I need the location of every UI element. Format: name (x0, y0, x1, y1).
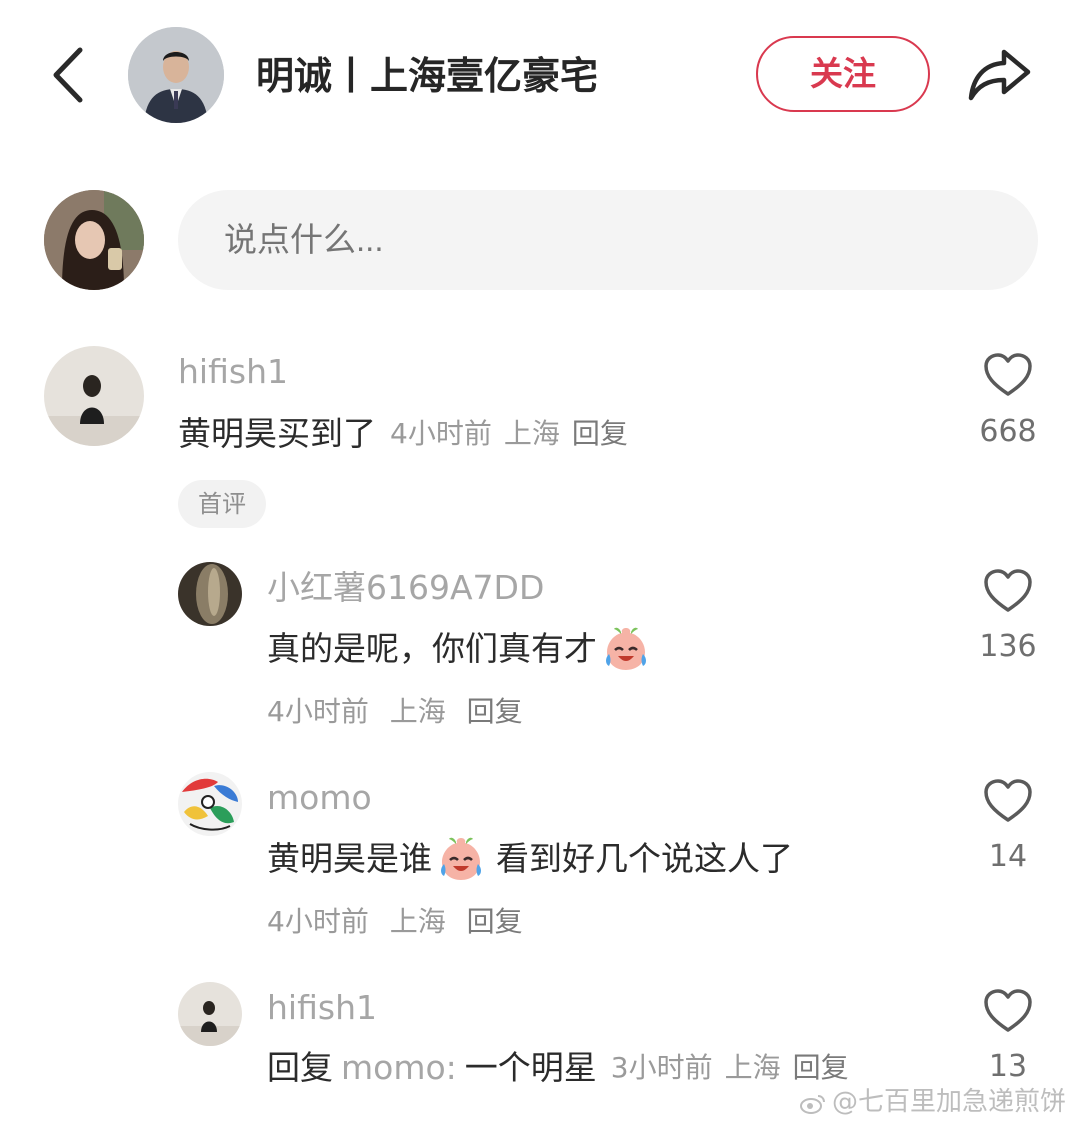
watermark: @七百里加急递煎饼 (800, 1084, 1066, 1120)
reply-prefix: 回复 (267, 1048, 333, 1087)
reply-username[interactable]: momo (267, 776, 372, 820)
like-button[interactable] (983, 778, 1033, 824)
reply-meta: 4小时前 上海 回复 (267, 900, 523, 944)
reply-body: 真的是呢，你们真有才 (267, 629, 597, 668)
crying-laughing-emoji-icon (441, 837, 481, 880)
comment-input[interactable] (178, 190, 1038, 290)
like-count: 136 (979, 629, 1037, 664)
like-count: 13 (988, 1049, 1028, 1084)
share-icon (968, 49, 1031, 101)
reply-button[interactable]: 回复 (467, 905, 523, 938)
reply-username[interactable]: 小红薯6169A7DD (267, 566, 544, 610)
reply-meta: 4小时前 上海 回复 (267, 690, 523, 734)
heart-icon (984, 989, 1032, 1032)
like-count: 14 (988, 839, 1028, 874)
reply-body-after: 看到好几个说这人了 (496, 839, 793, 878)
weibo-logo-icon (800, 1094, 825, 1114)
watermark-text: @七百里加急递煎饼 (832, 1087, 1067, 1117)
like-count: 668 (979, 414, 1037, 449)
reply-text: 真的是呢，你们真有才 (267, 624, 655, 674)
share-button[interactable] (966, 46, 1032, 102)
comment-username[interactable]: hifish1 (178, 350, 288, 394)
reply-avatar[interactable] (178, 562, 242, 626)
heart-icon (984, 779, 1032, 822)
reply-time: 3小时前 (610, 1051, 713, 1084)
comment-body: 黄明昊买到了 (178, 414, 376, 453)
reply-text: 回复 momo: 一个明星 3小时前 上海 回复 (267, 1044, 849, 1092)
chevron-left-icon (53, 47, 83, 103)
reply-button[interactable]: 回复 (572, 410, 628, 458)
reply-location: 上海 (389, 695, 446, 728)
like-button[interactable] (983, 352, 1033, 398)
reply-text: 黄明昊是谁 看到好几个说这人了 (267, 834, 793, 884)
like-button[interactable] (983, 988, 1033, 1034)
heart-icon (984, 569, 1032, 612)
comment-text: 黄明昊买到了 4小时前 上海 回复 (178, 410, 628, 458)
reply-username[interactable]: hifish1 (267, 986, 377, 1030)
reply-time: 4小时前 (267, 695, 369, 728)
reply-location: 上海 (724, 1051, 781, 1084)
crying-laughing-emoji-icon (606, 627, 646, 670)
back-button[interactable] (46, 42, 94, 108)
reply-avatar[interactable] (178, 982, 242, 1046)
my-avatar (44, 190, 144, 290)
heart-icon (984, 353, 1032, 396)
reply-time: 4小时前 (267, 905, 369, 938)
author-avatar[interactable] (128, 27, 224, 123)
reply-button[interactable]: 回复 (467, 695, 523, 728)
reply-body: 一个明星 (464, 1048, 597, 1087)
commenter-avatar[interactable] (44, 346, 144, 446)
first-comment-badge: 首评 (178, 480, 266, 528)
comment-time: 4小时前 (390, 417, 492, 450)
reply-location: 上海 (389, 905, 446, 938)
page-title: 明诚丨上海壹亿豪宅 (256, 54, 599, 98)
reply-avatar[interactable] (178, 772, 242, 836)
reply-target-username[interactable]: momo: (341, 1044, 457, 1092)
reply-body-before: 黄明昊是谁 (267, 839, 432, 878)
comment-page: 明诚丨上海壹亿豪宅 关注 hifish1 黄明昊买到了 4小时前 上海 回复 (0, 0, 1080, 1127)
like-button[interactable] (983, 568, 1033, 614)
comment-location: 上海 (503, 417, 560, 450)
follow-button[interactable]: 关注 (756, 36, 930, 112)
